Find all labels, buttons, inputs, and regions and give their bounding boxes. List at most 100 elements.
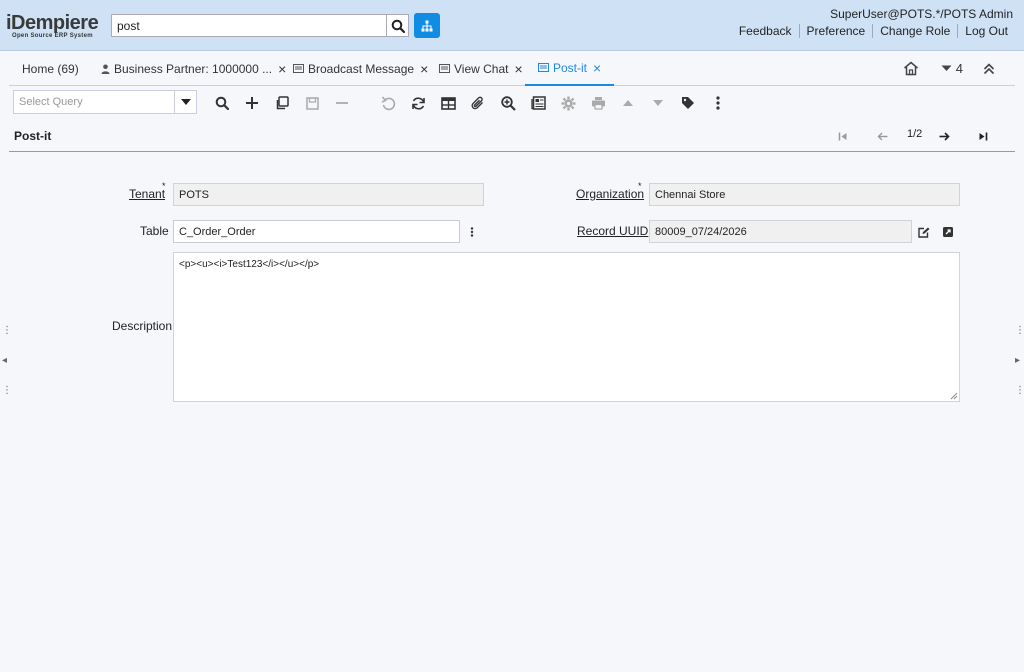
report-button[interactable] xyxy=(527,92,549,114)
table-label: Table xyxy=(140,224,169,238)
arrow-left-icon xyxy=(877,132,887,140)
tab-label: Business Partner: 1000000 ... xyxy=(114,61,273,76)
home-icon[interactable] xyxy=(903,61,919,76)
tab-broadcast-message[interactable]: Broadcast Message × xyxy=(293,51,428,86)
find-button[interactable] xyxy=(211,92,233,114)
left-expand-arrow-icon[interactable]: ◂ xyxy=(2,355,7,366)
zoom-across-button[interactable] xyxy=(497,92,519,114)
tab-label: Post-it xyxy=(553,60,588,75)
next-record-button[interactable] xyxy=(936,128,952,144)
edit-record-uuid-button[interactable] xyxy=(913,221,935,243)
print-button[interactable] xyxy=(587,92,609,114)
select-query-placeholder: Select Query xyxy=(19,96,83,108)
tab-label: Home (69) xyxy=(22,61,79,76)
tab-view-chat[interactable]: View Chat × xyxy=(439,51,523,86)
search-icon xyxy=(215,96,229,110)
refresh-button[interactable] xyxy=(407,92,429,114)
new-record-button[interactable] xyxy=(241,92,263,114)
undo-icon xyxy=(381,95,395,110)
resize-grip-icon[interactable] xyxy=(950,392,958,400)
close-icon[interactable]: × xyxy=(514,61,522,77)
form-icon xyxy=(293,64,304,73)
open-tab-count: 4 xyxy=(955,61,963,76)
idempiere-logo[interactable]: iDempiere Open Source ERP System xyxy=(6,13,108,39)
detail-record-button[interactable] xyxy=(647,92,669,114)
menu-tree-button[interactable] xyxy=(414,13,440,38)
attachment-button[interactable] xyxy=(467,92,489,114)
first-record-button[interactable] xyxy=(835,128,851,144)
label-button[interactable] xyxy=(677,92,699,114)
close-icon[interactable]: × xyxy=(278,61,286,77)
open-record-button[interactable] xyxy=(937,221,959,243)
app-header: iDempiere Open Source ERP System SuperUs… xyxy=(0,0,1024,51)
record-uuid-label[interactable]: Record UUID xyxy=(577,224,648,238)
form-icon xyxy=(439,64,450,73)
grid-toggle-button[interactable] xyxy=(437,92,459,114)
more-options-button[interactable] xyxy=(707,92,729,114)
process-button[interactable] xyxy=(557,92,579,114)
tab-business-partner[interactable]: Business Partner: 1000000 ... × xyxy=(101,51,286,86)
table-field-menu-button[interactable] xyxy=(461,221,483,243)
parent-record-button[interactable] xyxy=(617,92,639,114)
copy-icon xyxy=(276,96,289,110)
report-icon xyxy=(530,96,546,110)
caret-down-icon xyxy=(653,100,663,106)
window-tabbar: Home (69) Business Partner: 1000000 ... … xyxy=(9,51,1015,86)
organization-label[interactable]: Organization xyxy=(576,187,644,201)
save-button[interactable] xyxy=(301,92,323,114)
save-icon xyxy=(305,96,319,110)
person-icon xyxy=(101,64,110,74)
collapse-icon[interactable] xyxy=(983,62,995,75)
caret-down-icon xyxy=(941,65,952,71)
description-textarea[interactable]: <p><u><i>Test123</i></u></p> xyxy=(173,252,960,402)
window-toolbar: Select Query xyxy=(9,88,1015,118)
chevron-down-icon[interactable] xyxy=(174,91,196,113)
arrow-right-icon xyxy=(939,131,950,141)
tab-label: View Chat xyxy=(454,61,509,76)
first-record-icon xyxy=(838,132,847,140)
search-button[interactable] xyxy=(387,14,409,37)
close-icon[interactable]: × xyxy=(420,61,428,77)
plus-icon xyxy=(246,97,258,109)
table-icon xyxy=(440,96,456,110)
right-drag-handle[interactable]: ⋮ xyxy=(1015,385,1024,396)
undo-button[interactable] xyxy=(377,92,399,114)
change-role-link[interactable]: Change Role xyxy=(872,24,957,38)
refresh-icon xyxy=(411,96,425,110)
description-text: <p><u><i>Test123</i></u></p> xyxy=(179,259,320,270)
tenant-label[interactable]: Tenant xyxy=(129,187,165,201)
organization-field[interactable]: Chennai Store xyxy=(649,183,960,206)
search-icon xyxy=(391,19,405,33)
right-drag-handle[interactable]: ⋮ xyxy=(1015,325,1024,336)
external-link-icon xyxy=(943,227,953,237)
right-expand-arrow-icon[interactable]: ▸ xyxy=(1015,355,1020,366)
previous-record-button[interactable] xyxy=(874,128,890,144)
table-field[interactable]: C_Order_Order xyxy=(173,220,460,243)
logout-link[interactable]: Log Out xyxy=(957,24,1015,38)
record-count: 1/2 xyxy=(907,128,923,140)
last-record-button[interactable] xyxy=(975,128,991,144)
tab-post-it[interactable]: Post-it × xyxy=(525,51,615,86)
feedback-link[interactable]: Feedback xyxy=(732,24,799,38)
user-role-label[interactable]: SuperUser@POTS.*/POTS Admin xyxy=(830,7,1013,21)
delete-button[interactable] xyxy=(331,92,353,114)
header-links: Feedback Preference Change Role Log Out xyxy=(732,24,1015,38)
global-search-input[interactable] xyxy=(111,14,387,37)
paperclip-icon xyxy=(471,96,483,109)
tab-list-dropdown[interactable]: 4 xyxy=(941,61,963,76)
form-icon xyxy=(538,63,549,72)
gear-icon xyxy=(561,96,575,110)
mandatory-marker: * xyxy=(162,181,166,191)
preference-link[interactable]: Preference xyxy=(798,24,873,38)
sitemap-icon xyxy=(421,20,433,31)
tag-icon xyxy=(682,97,694,109)
copy-record-button[interactable] xyxy=(271,92,293,114)
select-query-combobox[interactable]: Select Query xyxy=(13,90,197,114)
left-drag-handle[interactable]: ⋮ xyxy=(2,385,12,396)
close-icon[interactable]: × xyxy=(593,60,601,76)
left-drag-handle[interactable]: ⋮ xyxy=(2,325,12,336)
printer-icon xyxy=(591,97,605,110)
tenant-field[interactable]: POTS xyxy=(173,183,484,206)
tab-home[interactable]: Home (69) xyxy=(22,51,79,86)
record-uuid-field[interactable]: 80009_07/24/2026 xyxy=(649,220,912,243)
